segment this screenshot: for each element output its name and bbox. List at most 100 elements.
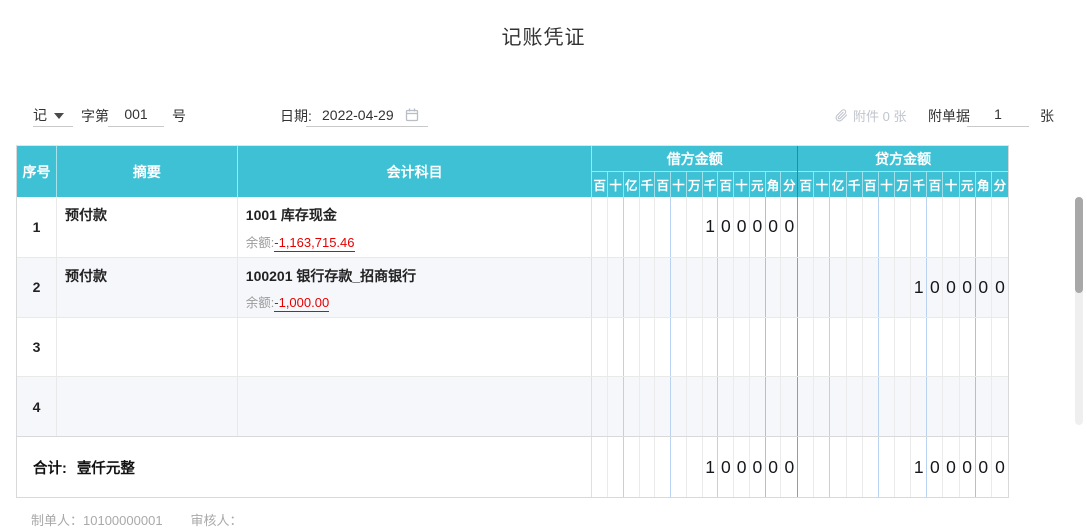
amount-digit-cell xyxy=(608,197,624,257)
digit-col-label: 亿 xyxy=(624,172,640,197)
amount-digit-cell: 0 xyxy=(784,456,795,477)
table-body: 1 预付款 1001 库存现金 余额:-1,163,715.46 1 0 0 0 0 0 2 预付款 1… xyxy=(17,197,1008,436)
receipts-input[interactable]: 1 xyxy=(967,103,1029,127)
total-credit-cell: 100000 xyxy=(798,437,1008,497)
debit-amount-cell[interactable] xyxy=(592,257,799,317)
vertical-scrollbar-track[interactable] xyxy=(1075,197,1083,425)
balance-value: -1,163,715.46 xyxy=(274,234,355,252)
account-cell[interactable] xyxy=(238,317,593,377)
credit-amount-cell[interactable] xyxy=(798,377,1008,436)
amount-digit-cell xyxy=(895,437,912,497)
amount-digit-cell xyxy=(624,437,640,497)
amount-digit-cell xyxy=(592,317,609,377)
auditor-label: 审核人： xyxy=(190,513,243,528)
debit-amount-cell[interactable]: 100000 xyxy=(592,197,799,257)
voucher-word-select[interactable]: 记 xyxy=(33,103,73,127)
amount-digit-cell xyxy=(992,197,1008,257)
amount-digit-cell xyxy=(863,257,879,317)
amount-digit-cell: 0 xyxy=(784,216,795,237)
voucher-number-input[interactable]: 001 xyxy=(108,103,164,127)
header-account: 会计科目 xyxy=(238,146,593,197)
amount-digit-cell xyxy=(927,377,944,436)
amount-digit-cell xyxy=(640,377,656,436)
account-cell[interactable]: 1001 库存现金 余额:-1,163,715.46 xyxy=(238,197,593,257)
amount-digit-cell xyxy=(976,317,992,377)
amount-digit-cell xyxy=(976,197,992,257)
credit-digit-header: 百十亿千百十万千百十元角分 xyxy=(798,172,1008,197)
account-cell[interactable] xyxy=(238,377,593,436)
amount-digit-cell xyxy=(766,377,782,436)
amount-digit-cell xyxy=(655,437,672,497)
voucher-table: 序号 摘要 会计科目 借方金额 百十亿千百十万千百十元角分 贷方金额 百十亿千百… xyxy=(16,145,1009,498)
amount-digit-cell: 0 xyxy=(734,197,750,257)
amount-digit-cell xyxy=(863,317,879,377)
amount-digit-cell: 0 xyxy=(750,197,766,257)
digit-col-label: 分 xyxy=(783,179,796,193)
amount-digit-cell: 0 xyxy=(766,437,782,497)
amount-digit-cell xyxy=(750,257,766,317)
calendar-icon[interactable] xyxy=(404,107,420,123)
amount-digit-cell xyxy=(734,257,750,317)
credit-amount-cell[interactable] xyxy=(798,317,1008,377)
summary-cell[interactable] xyxy=(57,377,238,436)
amount-digit-cell xyxy=(798,257,815,317)
amount-digit-cell xyxy=(847,197,863,257)
digit-col-label: 万 xyxy=(687,172,703,197)
digit-col-label: 百 xyxy=(863,172,879,197)
amount-digit-cell: 1 xyxy=(703,437,719,497)
credit-amount-cell[interactable] xyxy=(798,197,1008,257)
row-index: 3 xyxy=(17,317,57,377)
credit-amount-cell[interactable]: 100000 xyxy=(798,257,1008,317)
amount-digit-cell xyxy=(960,317,976,377)
amount-digit-cell xyxy=(992,377,1008,436)
amount-digit-cell xyxy=(655,317,672,377)
summary-cell[interactable] xyxy=(57,317,238,377)
account-cell[interactable]: 100201 银行存款_招商银行 余额:-1,000.00 xyxy=(238,257,593,317)
total-label-cell: 合计: 壹仟元整 xyxy=(17,437,593,497)
digit-col-label: 百 xyxy=(927,172,944,197)
amount-digit-cell xyxy=(640,317,656,377)
amount-digit-cell xyxy=(781,377,797,436)
amount-digit-cell: 0 xyxy=(976,257,992,317)
debit-amount-cell[interactable] xyxy=(592,317,799,377)
vertical-scrollbar-thumb[interactable] xyxy=(1075,197,1083,293)
summary-cell[interactable]: 预付款 xyxy=(57,257,238,317)
amount-digit-cell xyxy=(655,257,672,317)
summary-cell[interactable]: 预付款 xyxy=(57,197,238,257)
amount-digit-cell xyxy=(734,317,750,377)
page-title: 记账凭证 xyxy=(501,27,586,49)
amount-digit-cell xyxy=(750,377,766,436)
amount-digit-cell xyxy=(879,317,896,377)
amount-digit-cell xyxy=(927,317,944,377)
amount-digit-cell xyxy=(895,377,912,436)
digit-col-label: 千 xyxy=(640,172,656,197)
amount-digit-cell xyxy=(750,317,766,377)
attachment-button[interactable]: 附件 0 张 xyxy=(835,106,906,125)
digit-col-label: 角 xyxy=(766,172,782,197)
amount-digit-cell xyxy=(608,437,624,497)
amount-digit-cell xyxy=(592,437,609,497)
digit-col-label: 分 xyxy=(993,179,1007,193)
amount-digit-cell xyxy=(879,437,896,497)
amount-digit-cell: 1 xyxy=(703,197,719,257)
amount-digit-cell xyxy=(718,377,735,436)
chevron-down-icon xyxy=(54,112,64,119)
attachment-label: 附件 0 张 xyxy=(853,109,907,124)
date-input[interactable]: 2022-04-29 xyxy=(306,103,428,127)
amount-digit-cell xyxy=(640,197,656,257)
amount-digit-cell: 0 xyxy=(995,276,1005,297)
table-row: 3 xyxy=(17,316,1008,377)
balance-value: -1,000.00 xyxy=(274,294,330,312)
amount-digit-cell xyxy=(655,377,672,436)
digit-col-label: 百 xyxy=(592,172,609,197)
amount-digit-cell xyxy=(943,197,960,257)
amount-digit-cell: 0 xyxy=(927,437,944,497)
debit-amount-cell[interactable] xyxy=(592,377,799,436)
amount-digit-cell xyxy=(847,257,863,317)
amount-digit-cell xyxy=(718,257,735,317)
digit-col-label: 十 xyxy=(814,172,831,197)
amount-digit-cell: 0 xyxy=(718,437,735,497)
amount-digit-cell xyxy=(687,317,703,377)
receipts-label: 附单据 xyxy=(928,108,970,124)
digit-col-label: 千 xyxy=(911,172,928,197)
